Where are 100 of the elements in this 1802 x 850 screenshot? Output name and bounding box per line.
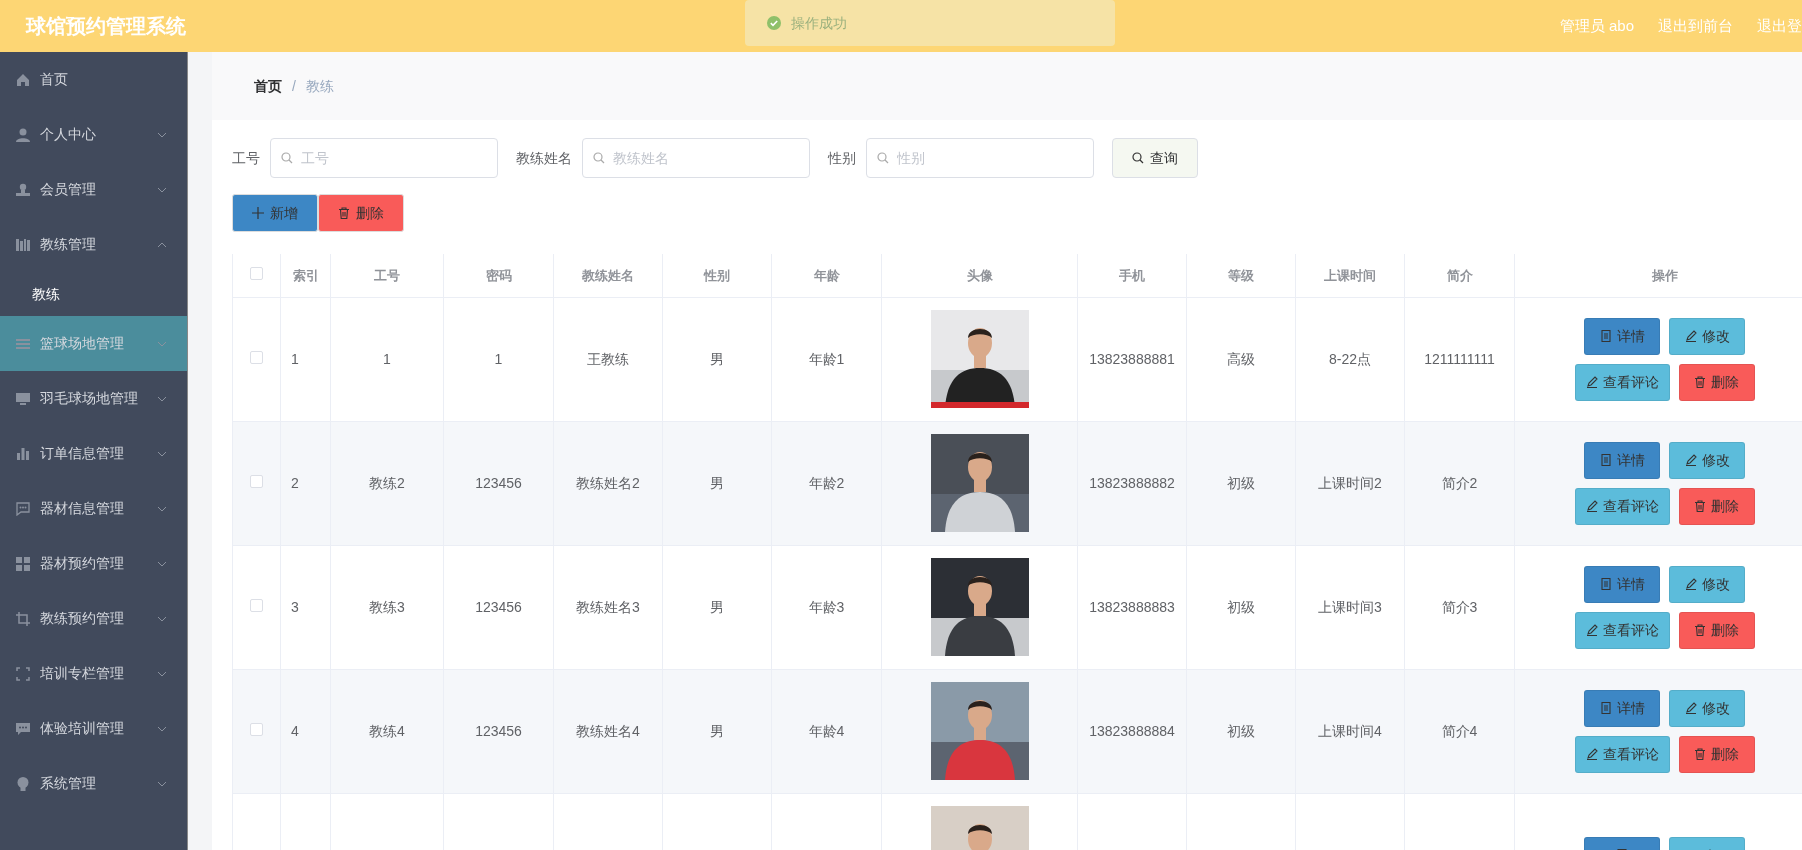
sidebar-item[interactable]: 订单信息管理 — [0, 426, 187, 481]
edit-button[interactable]: 修改 — [1669, 441, 1745, 479]
add-button[interactable]: 新增 — [232, 194, 318, 232]
document-icon — [1599, 330, 1612, 342]
person-icon — [16, 182, 30, 197]
column-header: 简介 — [1446, 267, 1473, 283]
view-comments-button[interactable]: 查看评论 — [1574, 611, 1670, 649]
sidebar-item[interactable]: 培训专栏管理 — [0, 646, 187, 701]
table-cell: 教练姓名2 — [576, 474, 640, 491]
sidebar-item[interactable]: 个人中心 — [0, 107, 187, 162]
field-label: 教练姓名 — [516, 148, 572, 168]
table-cell: 年龄2 — [808, 474, 845, 491]
trash-icon — [1694, 748, 1706, 760]
table-cell: 3 — [291, 598, 299, 615]
table-cell: 教练2 — [369, 474, 405, 491]
trash-icon — [1694, 624, 1706, 636]
pencil-icon — [1585, 624, 1598, 636]
table-cell: 上课时间2 — [1318, 474, 1382, 491]
table-cell: 上课时间3 — [1318, 598, 1382, 615]
sidebar-subitem[interactable]: 教练 — [0, 272, 187, 316]
breadcrumb-item[interactable]: 首页 — [254, 75, 282, 97]
table-cell: 123456 — [475, 722, 522, 739]
table-cell: 初级 — [1227, 722, 1255, 739]
view-comments-button[interactable]: 查看评论 — [1574, 735, 1670, 773]
sidebar-item[interactable]: 教练预约管理 — [0, 591, 187, 646]
toast-message: 操作成功 — [745, 0, 1115, 46]
sidebar-item[interactable]: 系统管理 — [0, 756, 187, 811]
table-cell: 上课时间4 — [1318, 722, 1382, 739]
table-cell: 2 — [291, 474, 299, 491]
sidebar-item[interactable]: 器材预约管理 — [0, 536, 187, 591]
edit-button[interactable]: 修改 — [1669, 317, 1745, 355]
document-icon — [1599, 454, 1612, 466]
table-cell: 13823888881 — [1089, 350, 1175, 367]
sidebar-item[interactable]: 体验培训管理 — [0, 701, 187, 756]
delete-button[interactable]: 删除 — [1678, 611, 1755, 649]
bulb-icon — [16, 776, 30, 791]
chat-icon — [16, 501, 30, 516]
check-circle-icon — [767, 16, 781, 30]
column-header: 手机 — [1119, 267, 1145, 283]
books-icon — [16, 237, 30, 252]
trash-icon — [338, 207, 350, 219]
table-cell: 年龄1 — [808, 350, 845, 367]
table-cell: 简介2 — [1441, 474, 1478, 491]
sidebar-item[interactable]: 会员管理 — [0, 162, 187, 217]
delete-button[interactable]: 删除 — [318, 194, 404, 232]
search-field[interactable]: 工号 — [270, 138, 498, 178]
table-cell: 简介3 — [1441, 598, 1478, 615]
table-cell: 男 — [710, 722, 724, 739]
search-icon — [877, 152, 889, 164]
document-icon — [1599, 578, 1612, 590]
sidebar-item[interactable]: 教练管理 — [0, 217, 187, 272]
pencil-icon — [1684, 578, 1697, 590]
field-label: 性别 — [828, 148, 856, 168]
column-header: 操作 — [1651, 267, 1678, 283]
column-header: 性别 — [704, 267, 730, 283]
pencil-icon — [1585, 500, 1598, 512]
pencil-icon — [1684, 454, 1697, 466]
sidebar-item[interactable]: 首页 — [0, 52, 187, 107]
column-header: 密码 — [485, 267, 512, 283]
delete-button[interactable]: 删除 — [1678, 487, 1755, 525]
table-cell: 13823888884 — [1089, 722, 1175, 739]
breadcrumb-item: 教练 — [305, 76, 334, 96]
app-title: 球馆预约管理系统 — [24, 14, 186, 39]
view-comments-button[interactable]: 查看评论 — [1574, 487, 1670, 525]
edit-button[interactable]: 修改 — [1669, 565, 1745, 603]
search-button[interactable]: 查询 — [1112, 138, 1198, 178]
table-cell: 1 — [383, 350, 391, 367]
row-checkbox[interactable] — [250, 474, 263, 488]
row-checkbox[interactable] — [250, 722, 263, 736]
details-button[interactable]: 详情 — [1584, 441, 1660, 479]
table-cell: 1211111111 — [1424, 350, 1495, 367]
frame-icon — [16, 666, 30, 681]
table-cell: 13823888883 — [1089, 598, 1175, 615]
row-checkbox[interactable] — [250, 598, 263, 612]
column-header: 头像 — [966, 267, 993, 283]
select-all-checkbox[interactable] — [250, 266, 263, 280]
table-cell: 13823888882 — [1089, 474, 1175, 491]
details-button[interactable]: 详情 — [1584, 689, 1660, 727]
sidebar-item[interactable]: 器材信息管理 — [0, 481, 187, 536]
column-header: 年龄 — [813, 267, 840, 283]
view-comments-button[interactable]: 查看评论 — [1574, 363, 1670, 401]
table-cell: 教练4 — [369, 722, 405, 739]
monitor-icon — [16, 391, 30, 406]
delete-button[interactable]: 删除 — [1678, 363, 1755, 401]
column-header: 索引 — [292, 267, 319, 283]
trash-icon — [1694, 376, 1706, 388]
sidebar-item[interactable]: 羽毛球场地管理 — [0, 371, 187, 426]
row-checkbox[interactable] — [250, 350, 263, 364]
table-cell: 4 — [291, 722, 299, 739]
edit-button[interactable]: 修改 — [1669, 689, 1745, 727]
column-header: 工号 — [374, 267, 400, 283]
details-button[interactable]: 详情 — [1584, 317, 1660, 355]
search-icon — [281, 152, 293, 164]
details-button[interactable]: 详情 — [1584, 565, 1660, 603]
search-field[interactable]: 教练姓名 — [582, 138, 810, 178]
delete-button[interactable]: 删除 — [1678, 735, 1755, 773]
search-field[interactable]: 性别 — [866, 138, 1094, 178]
trash-icon — [1694, 500, 1706, 512]
user-name: 管理员 abo — [1559, 15, 1634, 36]
pencil-icon — [1585, 748, 1598, 760]
